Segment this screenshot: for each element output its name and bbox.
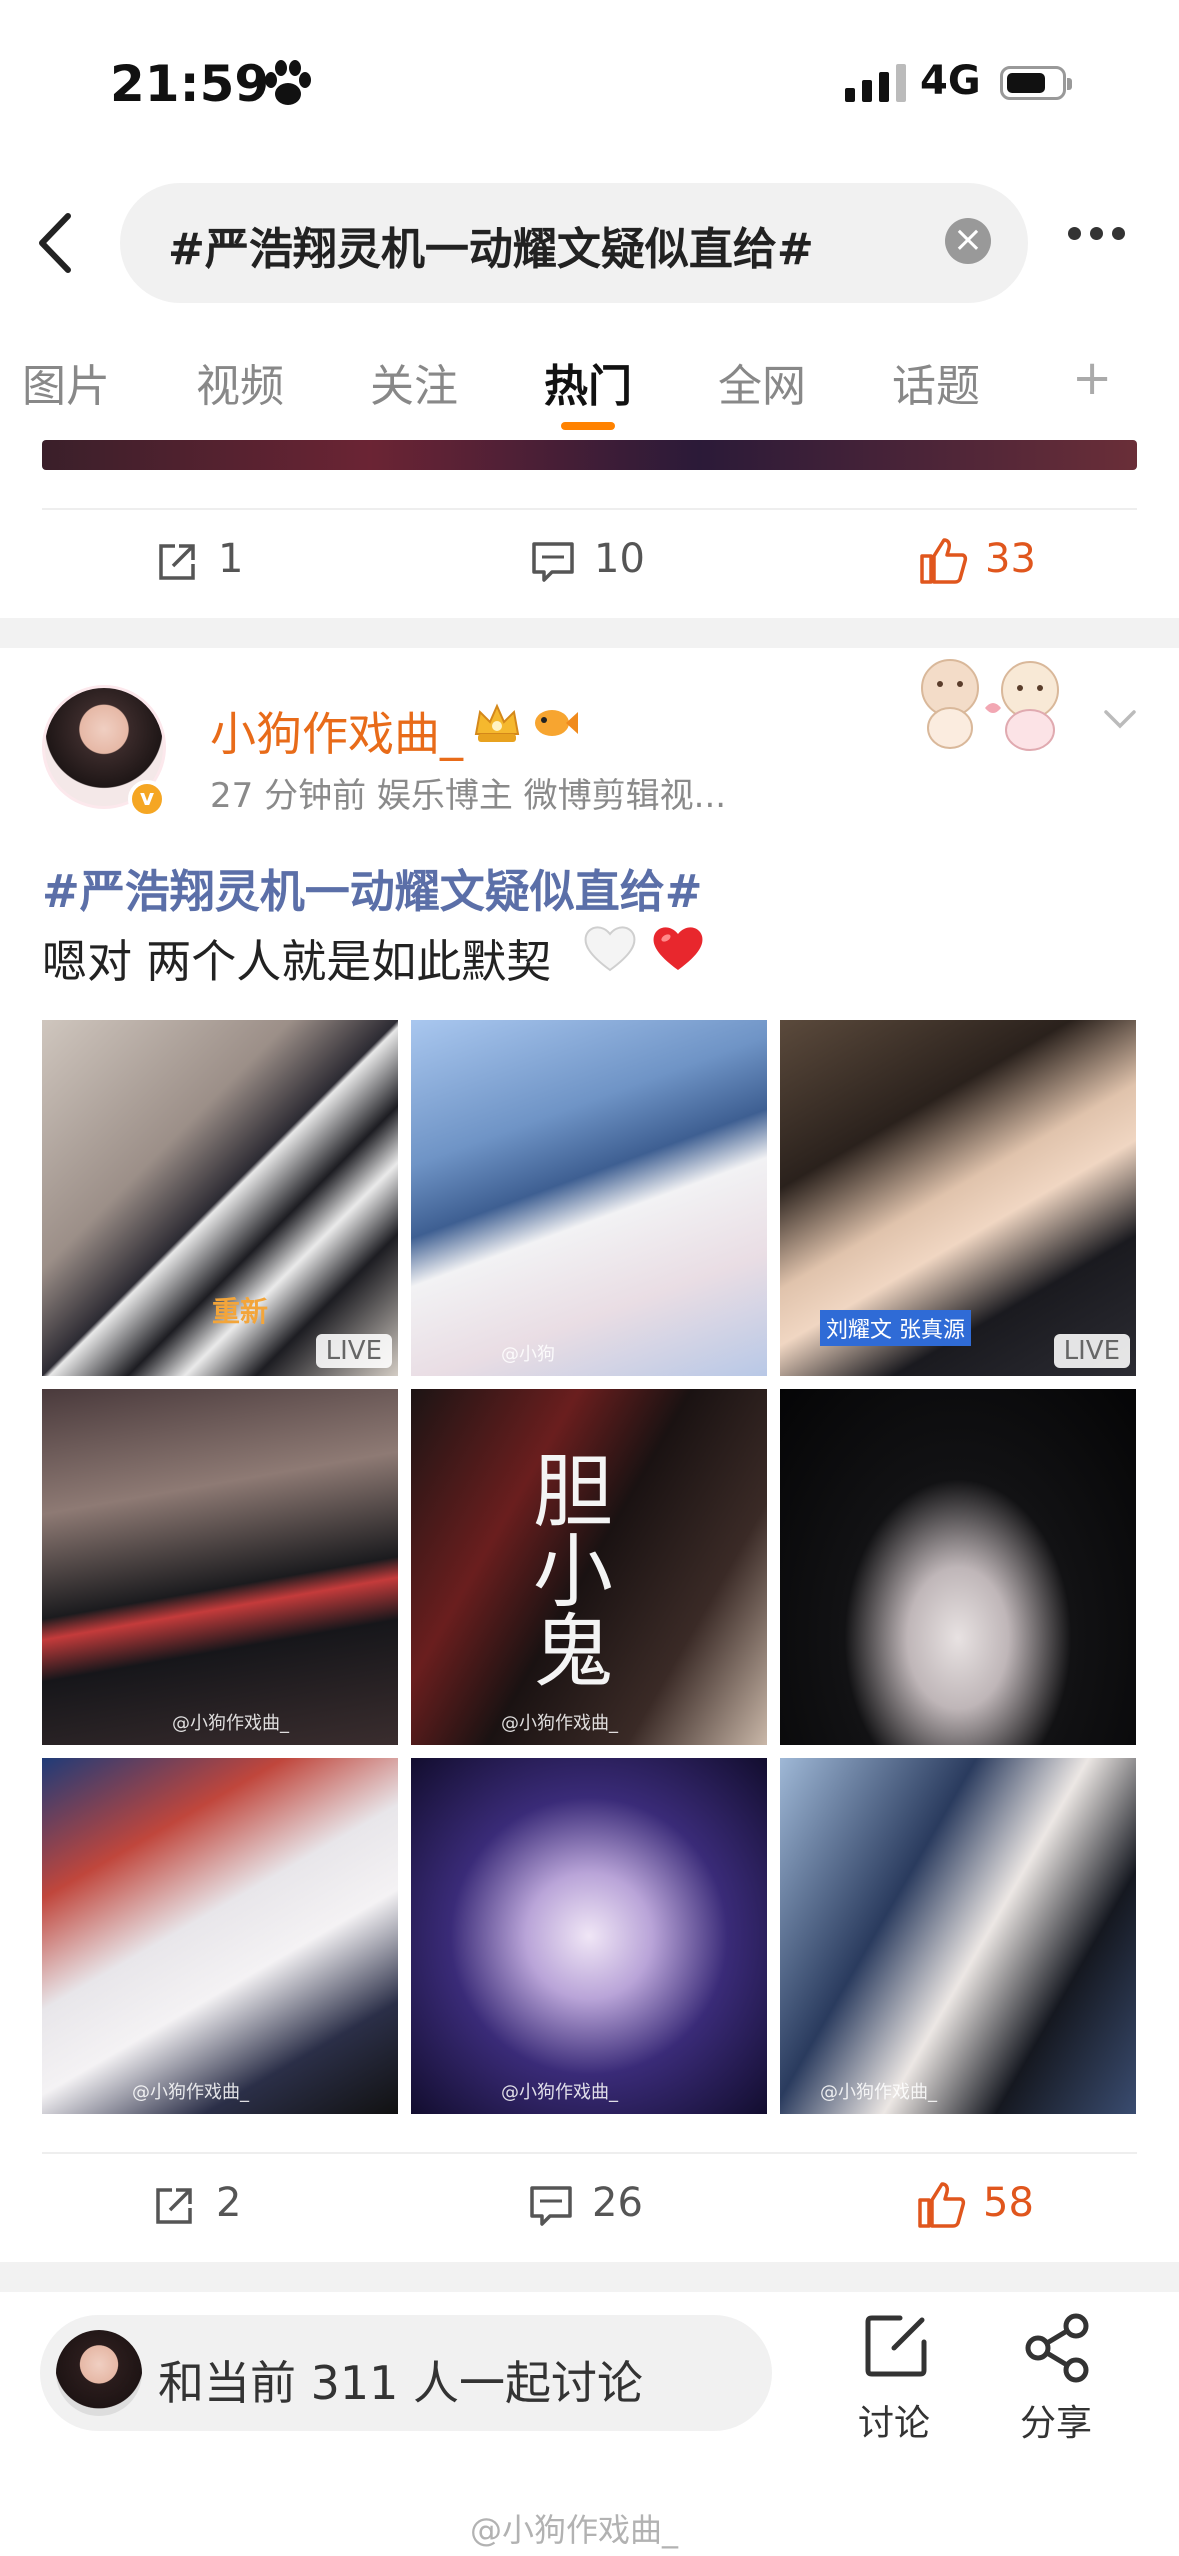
prev-repost-count[interactable]: 1: [218, 536, 243, 582]
paw-icon: [265, 60, 311, 105]
signal-icon: [845, 64, 906, 102]
white-heart-icon: [584, 926, 636, 972]
live-badge: LIVE: [315, 1334, 392, 1368]
tab-videos[interactable]: 视频: [196, 350, 284, 414]
photo-5[interactable]: 胆小鬼 @小狗作戏曲_: [411, 1389, 767, 1745]
photo-4[interactable]: @小狗作戏曲_: [42, 1389, 398, 1745]
tab-topics[interactable]: 话题: [892, 350, 980, 414]
image-watermark: @小狗作戏曲_: [470, 2511, 679, 2549]
comment-icon[interactable]: [528, 2184, 574, 2228]
post-body-text: 嗯对 两个人就是如此默契: [42, 935, 552, 988]
photo-watermark: @小狗作戏曲_: [172, 1713, 289, 1734]
more-icon[interactable]: [1068, 225, 1138, 255]
prev-like-count[interactable]: 33: [985, 536, 1036, 582]
chevron-down-icon[interactable]: [1100, 700, 1140, 740]
share-button[interactable]: 分享: [1020, 2394, 1092, 2446]
photo-watermark: @小狗作戏曲_: [820, 2082, 937, 2103]
calligraphy-text: 胆小鬼: [520, 1449, 613, 1689]
repost-count[interactable]: 2: [216, 2180, 241, 2226]
decoration-sticker-icon: [921, 659, 1059, 751]
live-badge: LIVE: [1053, 1334, 1130, 1368]
photo-8[interactable]: @小狗作戏曲_: [411, 1758, 767, 2114]
crown-badge-icon[interactable]: [470, 700, 524, 746]
prev-post-image[interactable]: [42, 440, 1137, 470]
avatar: [56, 2330, 142, 2416]
section-separator: [0, 618, 1179, 648]
battery-icon: [1000, 66, 1072, 100]
photo-3[interactable]: 刘耀文 张真源 LIVE: [780, 1020, 1136, 1376]
photo-overlay-text: 重新: [212, 1295, 269, 1328]
photo-watermark: @小狗: [501, 1344, 555, 1365]
fish-badge-icon[interactable]: [530, 700, 580, 746]
tab-all-web[interactable]: 全网: [718, 350, 806, 414]
tab-following[interactable]: 关注: [370, 350, 458, 414]
comment-count[interactable]: 26: [592, 2180, 643, 2226]
photo-watermark: @小狗作戏曲_: [501, 2082, 618, 2103]
section-separator: [0, 2262, 1179, 2292]
discuss-button[interactable]: 讨论: [858, 2394, 930, 2446]
like-count[interactable]: 58: [983, 2180, 1034, 2226]
search-query[interactable]: #严浩翔灵机一动耀文疑似直给#: [168, 213, 814, 277]
red-heart-icon: [653, 927, 703, 970]
photo-9[interactable]: @小狗作戏曲_: [780, 1758, 1136, 2114]
photo-7[interactable]: @小狗作戏曲_: [42, 1758, 398, 2114]
photo-overlay-text: 刘耀文 张真源: [820, 1310, 971, 1346]
status-time: 21:59: [110, 55, 270, 113]
post-topic-link[interactable]: #严浩翔灵机一动耀文疑似直给#: [42, 855, 702, 920]
active-tab-indicator: [561, 422, 615, 430]
network-type: 4G: [920, 58, 981, 104]
share-icon[interactable]: [1020, 2312, 1096, 2384]
divider: [42, 2152, 1137, 2154]
comment-icon[interactable]: [530, 540, 576, 584]
photo-watermark: @小狗作戏曲_: [501, 1713, 618, 1734]
add-tab-button[interactable]: +: [1072, 350, 1112, 406]
like-icon[interactable]: [916, 2180, 966, 2230]
repost-icon[interactable]: [155, 540, 199, 584]
close-icon[interactable]: ×: [945, 218, 991, 264]
back-arrow-icon[interactable]: [30, 208, 80, 278]
post-username[interactable]: 小狗作戏曲_: [210, 698, 463, 764]
photo-6[interactable]: [780, 1389, 1136, 1745]
photo-watermark: @小狗作戏曲_: [132, 2082, 249, 2103]
tab-hot[interactable]: 热门: [544, 350, 632, 414]
tab-images[interactable]: 图片: [22, 350, 110, 414]
verified-badge-icon: v: [128, 780, 166, 818]
repost-icon[interactable]: [152, 2184, 196, 2228]
edit-icon[interactable]: [860, 2310, 932, 2382]
divider: [42, 508, 1137, 510]
post-meta: 27 分钟前 娱乐博主 微博剪辑视...: [210, 776, 727, 816]
like-icon[interactable]: [918, 536, 968, 586]
photo-1[interactable]: 重新 LIVE: [42, 1020, 398, 1376]
photo-2[interactable]: @小狗: [411, 1020, 767, 1376]
discuss-prompt[interactable]: 和当前 311 人一起讨论: [158, 2347, 643, 2413]
prev-comment-count[interactable]: 10: [594, 536, 645, 582]
